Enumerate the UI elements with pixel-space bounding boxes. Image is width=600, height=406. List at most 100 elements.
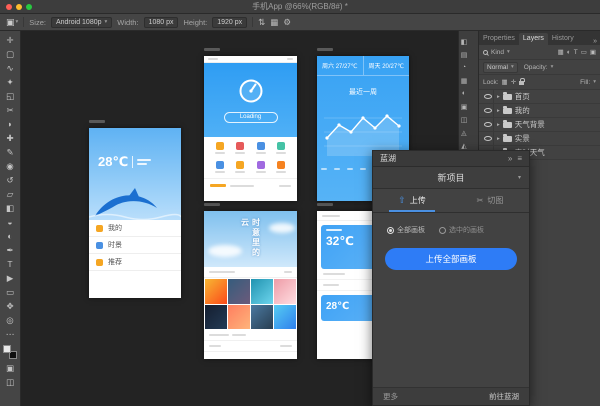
photo-grid bbox=[204, 278, 297, 330]
panel-menu-icon[interactable]: ≡ bbox=[517, 154, 522, 163]
clone-stamp-tool-icon[interactable]: ◉ bbox=[2, 159, 19, 173]
tab-properties[interactable]: Properties bbox=[479, 33, 519, 45]
tab-upload[interactable]: ⇧ 上传 bbox=[373, 189, 451, 212]
more-link[interactable]: 更多 bbox=[383, 391, 398, 402]
layer-row[interactable]: ▸ 首页 bbox=[479, 90, 600, 104]
lock-transparency-icon[interactable]: ▦ bbox=[502, 78, 508, 86]
artboard-scope-radios: 全部画板 选中的画板 bbox=[373, 213, 529, 235]
app-icon bbox=[216, 161, 224, 169]
type-tool-icon[interactable]: T bbox=[2, 257, 19, 271]
collapse-panel-icon[interactable]: » bbox=[508, 154, 512, 163]
project-selector[interactable]: 新项目 ▾ bbox=[373, 167, 529, 189]
filter-adjustment-icon[interactable]: ◐ bbox=[567, 49, 571, 56]
chevron-down-icon[interactable]: ▾ bbox=[507, 49, 510, 55]
styles-panel-icon[interactable]: ▣ bbox=[459, 100, 469, 113]
foreground-color-swatch[interactable] bbox=[3, 345, 11, 353]
channels-panel-icon[interactable]: ◬ bbox=[459, 126, 469, 139]
artboard-label[interactable] bbox=[89, 120, 105, 123]
tab-layers[interactable]: Layers bbox=[519, 33, 548, 45]
dodge-tool-icon[interactable]: ◐ bbox=[2, 229, 19, 243]
artboard-label[interactable] bbox=[317, 203, 333, 206]
expand-chevron-icon[interactable]: ▸ bbox=[497, 108, 500, 114]
tab-history[interactable]: History bbox=[548, 33, 578, 45]
filter-type-icon[interactable]: T bbox=[574, 49, 578, 56]
swatches-panel-icon[interactable]: ▤ bbox=[459, 48, 469, 61]
height-input[interactable]: 1920 px bbox=[212, 17, 247, 28]
kind-filter-label[interactable]: Kind bbox=[491, 49, 504, 56]
size-select[interactable]: Android 1080p▾ bbox=[51, 17, 112, 28]
layer-row[interactable]: ▸ 实景 bbox=[479, 132, 600, 146]
align-icon[interactable]: ▦ bbox=[270, 17, 278, 28]
gradients-panel-icon[interactable]: ◔ bbox=[459, 61, 469, 74]
expand-chevron-icon[interactable]: ▸ bbox=[497, 136, 500, 142]
color-panel-icon[interactable]: ◧ bbox=[459, 35, 469, 48]
zoom-tool-icon[interactable]: ◎ bbox=[2, 313, 19, 327]
artboard-label[interactable] bbox=[204, 203, 220, 206]
lock-position-icon[interactable]: ✛ bbox=[511, 78, 516, 86]
traffic-lights bbox=[6, 4, 32, 10]
minimize-window-button[interactable] bbox=[16, 4, 22, 10]
artboard-label[interactable] bbox=[317, 48, 333, 51]
shape-tool-icon[interactable]: ▭ bbox=[2, 285, 19, 299]
artboard-tool-icon[interactable]: ▣▾ bbox=[6, 17, 18, 28]
zoom-window-button[interactable] bbox=[26, 4, 32, 10]
home-menu-row: 我的 bbox=[89, 220, 181, 237]
brush-tool-icon[interactable]: ✎ bbox=[2, 145, 19, 159]
chevron-down-icon[interactable]: ▾ bbox=[593, 79, 596, 85]
week-day-header: 周六 27/27℃ 周天 20/27℃ bbox=[317, 56, 409, 76]
upload-all-artboards-button[interactable]: 上传全部画板 bbox=[385, 248, 517, 270]
color-swatches[interactable] bbox=[3, 345, 17, 359]
artboard-label[interactable] bbox=[204, 48, 220, 51]
visibility-eye-icon[interactable] bbox=[484, 94, 492, 99]
adjustments-panel-icon[interactable]: ◐ bbox=[459, 87, 469, 100]
radio-all-artboards[interactable]: 全部画板 bbox=[387, 225, 425, 235]
crop-tool-icon[interactable]: ◱ bbox=[2, 89, 19, 103]
slice-tool-icon[interactable]: ✂ bbox=[2, 103, 19, 117]
eraser-tool-icon[interactable]: ▱ bbox=[2, 187, 19, 201]
tab-slice[interactable]: ✂ 切图 bbox=[451, 189, 529, 212]
close-window-button[interactable] bbox=[6, 4, 12, 10]
quick-mask-icon[interactable]: ▣ bbox=[2, 361, 19, 375]
layer-row[interactable]: ▸ 天气背景 bbox=[479, 118, 600, 132]
path-select-tool-icon[interactable]: ▶ bbox=[2, 271, 19, 285]
artboard-home[interactable]: 28℃ 我的 时景 bbox=[89, 128, 181, 298]
screen-mode-icon[interactable]: ◫ bbox=[2, 375, 19, 389]
edit-toolbar-icon[interactable]: ⋯ bbox=[2, 327, 19, 341]
gradient-tool-icon[interactable]: ◧ bbox=[2, 201, 19, 215]
pen-tool-icon[interactable]: ✒ bbox=[2, 243, 19, 257]
healing-brush-tool-icon[interactable]: ✚ bbox=[2, 131, 19, 145]
size-value: Android 1080p bbox=[56, 19, 102, 26]
settings-gear-icon[interactable]: ⚙ bbox=[283, 17, 291, 28]
swap-dimensions-icon[interactable]: ⇅ bbox=[258, 17, 265, 28]
patterns-panel-icon[interactable]: ▦ bbox=[459, 74, 469, 87]
blend-mode-select[interactable]: Normal ▾ bbox=[483, 62, 518, 73]
layer-row[interactable]: ▸ 我的 bbox=[479, 104, 600, 118]
magic-wand-tool-icon[interactable]: ✦ bbox=[2, 75, 19, 89]
visibility-eye-icon[interactable] bbox=[484, 108, 492, 113]
radio-selected-artboards[interactable]: 选中的画板 bbox=[439, 225, 484, 235]
chevron-down-icon[interactable]: ▾ bbox=[551, 64, 554, 70]
visibility-eye-icon[interactable] bbox=[484, 122, 492, 127]
artboard-gallery[interactable]: 时意里的云 bbox=[204, 211, 297, 359]
width-input[interactable]: 1080 px bbox=[144, 17, 179, 28]
blur-tool-icon[interactable]: ◒ bbox=[2, 215, 19, 229]
marquee-tool-icon[interactable]: ▢ bbox=[2, 47, 19, 61]
move-tool-icon[interactable]: ✛ bbox=[2, 33, 19, 47]
lock-all-icon[interactable] bbox=[519, 81, 524, 85]
history-brush-tool-icon[interactable]: ↺ bbox=[2, 173, 19, 187]
eyedropper-tool-icon[interactable]: ◗ bbox=[2, 117, 19, 131]
libraries-panel-icon[interactable]: ◫ bbox=[459, 113, 469, 126]
opacity-label: Opacity: bbox=[524, 64, 548, 71]
filter-pixel-icon[interactable]: ▦ bbox=[558, 48, 564, 56]
filter-smart-object-icon[interactable]: ▣ bbox=[590, 48, 596, 56]
home-weather-hero: 28℃ bbox=[89, 128, 181, 220]
filter-shape-icon[interactable]: ▭ bbox=[581, 48, 587, 56]
expand-chevron-icon[interactable]: ▸ bbox=[497, 122, 500, 128]
lasso-tool-icon[interactable]: ∿ bbox=[2, 61, 19, 75]
visibility-eye-icon[interactable] bbox=[484, 136, 492, 141]
goto-lanhu-link[interactable]: 前往蓝湖 bbox=[489, 391, 519, 402]
expand-chevron-icon[interactable]: ▸ bbox=[497, 94, 500, 100]
collapse-panels-icon[interactable]: » bbox=[590, 38, 600, 45]
hand-tool-icon[interactable]: ✥ bbox=[2, 299, 19, 313]
artboard-loading[interactable]: Loading bbox=[204, 56, 297, 201]
